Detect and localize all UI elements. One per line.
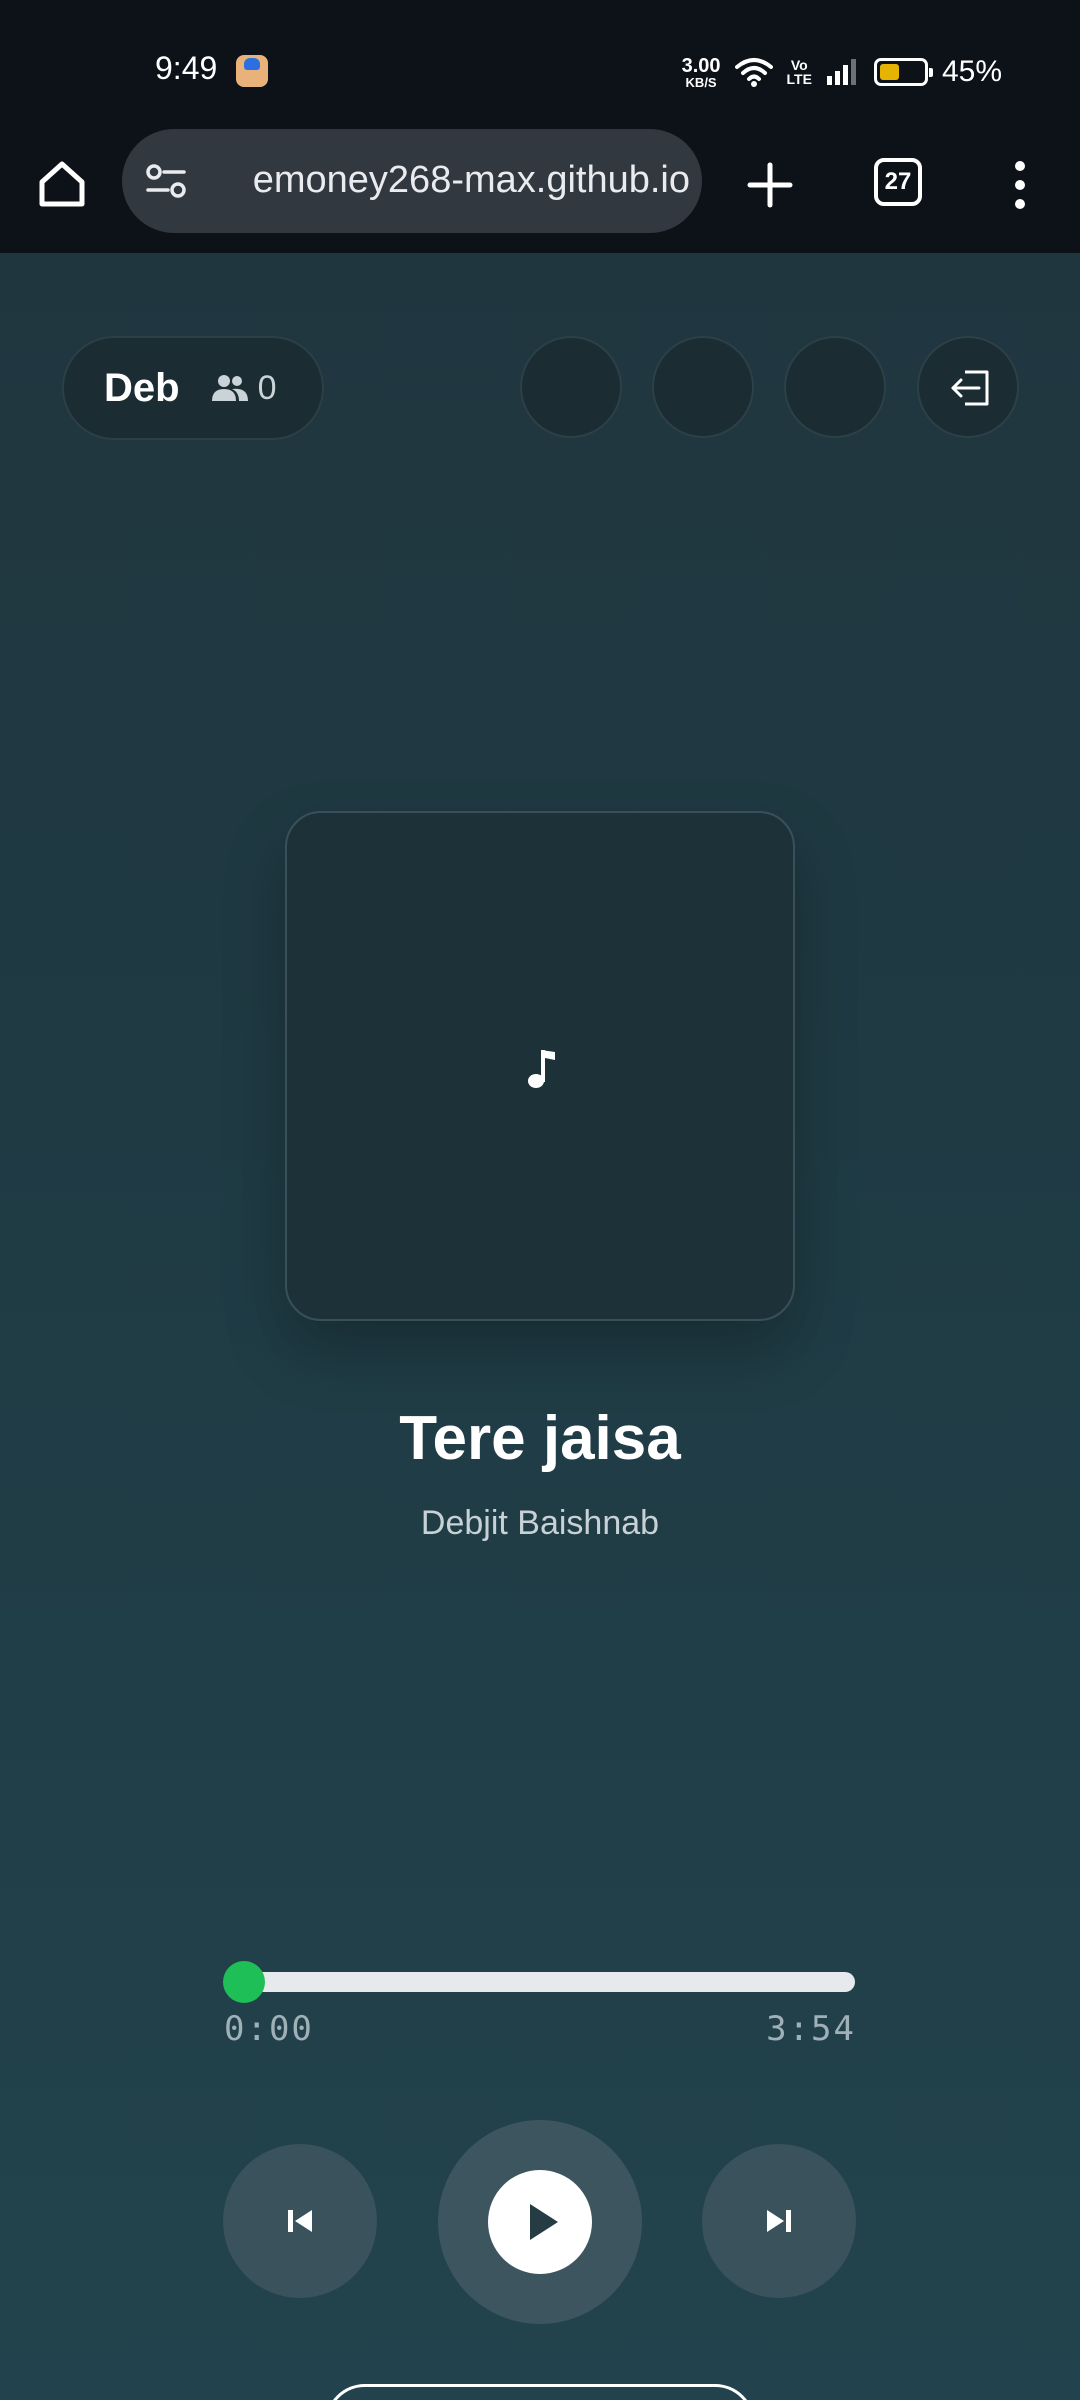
listeners-count: 0 xyxy=(257,368,277,407)
logout-button[interactable] xyxy=(917,336,1019,438)
tab-count: 27 xyxy=(884,168,912,195)
home-icon[interactable] xyxy=(34,156,90,212)
volte-indicator: Vo LTE xyxy=(787,58,812,86)
previous-icon xyxy=(288,2210,312,2232)
total-time: 3:54 xyxy=(766,2009,856,2049)
wifi-icon xyxy=(734,58,773,87)
signal-icon xyxy=(826,59,856,85)
song-artist: Debjit Baishnab xyxy=(420,1504,660,1542)
progress-thumb[interactable] xyxy=(223,1961,265,2003)
music-note-icon xyxy=(528,1050,555,1088)
user-pill[interactable]: Deb 0 xyxy=(62,336,324,440)
album-art xyxy=(285,811,795,1321)
address-bar[interactable]: emoney268-max.github.io xyxy=(122,129,702,233)
play-button-inner xyxy=(488,2170,592,2274)
app-notification-icon xyxy=(236,55,268,87)
progress-bar[interactable] xyxy=(243,1972,855,1992)
url-text[interactable]: emoney268-max.github.io xyxy=(200,159,690,202)
user-name: Deb xyxy=(104,365,180,410)
bottom-action-pill[interactable] xyxy=(325,2384,755,2400)
listeners-icon xyxy=(211,375,248,401)
status-time: 9:49 xyxy=(155,50,218,86)
battery-fill xyxy=(879,64,899,80)
battery-icon xyxy=(873,58,933,86)
tabs-icon[interactable]: 27 xyxy=(874,158,922,206)
header-action-button-2[interactable] xyxy=(652,336,754,438)
music-player-app: Deb 0 Tere jaisa Debjit Baishnab 0:00 3:… xyxy=(0,253,1080,2400)
status-bar: 9:49 3.00 KB/S Vo LTE 45% xyxy=(0,0,1080,125)
next-button[interactable] xyxy=(702,2144,856,2298)
header-action-button-3[interactable] xyxy=(784,336,886,438)
logout-icon xyxy=(951,370,989,406)
network-speed: 3.00 KB/S xyxy=(682,56,721,89)
site-settings-icon[interactable] xyxy=(144,161,188,201)
play-icon xyxy=(530,2204,558,2240)
current-time: 0:00 xyxy=(224,2009,314,2049)
next-icon xyxy=(767,2210,791,2232)
volte-bottom: LTE xyxy=(786,71,812,87)
more-menu-icon[interactable] xyxy=(1000,155,1040,215)
play-button[interactable] xyxy=(438,2120,642,2324)
header-action-button-1[interactable] xyxy=(520,336,622,438)
previous-button[interactable] xyxy=(223,2144,377,2298)
volte-top: Vo xyxy=(790,57,808,73)
new-tab-icon[interactable] xyxy=(740,155,800,215)
battery-percent: 45% xyxy=(941,55,1002,88)
url-fade xyxy=(192,149,222,213)
song-title: Tere jaisa xyxy=(399,1404,681,1473)
status-indicators: 3.00 KB/S Vo LTE 45% xyxy=(682,52,1002,92)
network-speed-value: 3.00 xyxy=(681,54,721,77)
network-speed-unit: KB/S xyxy=(685,74,717,90)
browser-toolbar: emoney268-max.github.io 27 xyxy=(0,125,1080,253)
